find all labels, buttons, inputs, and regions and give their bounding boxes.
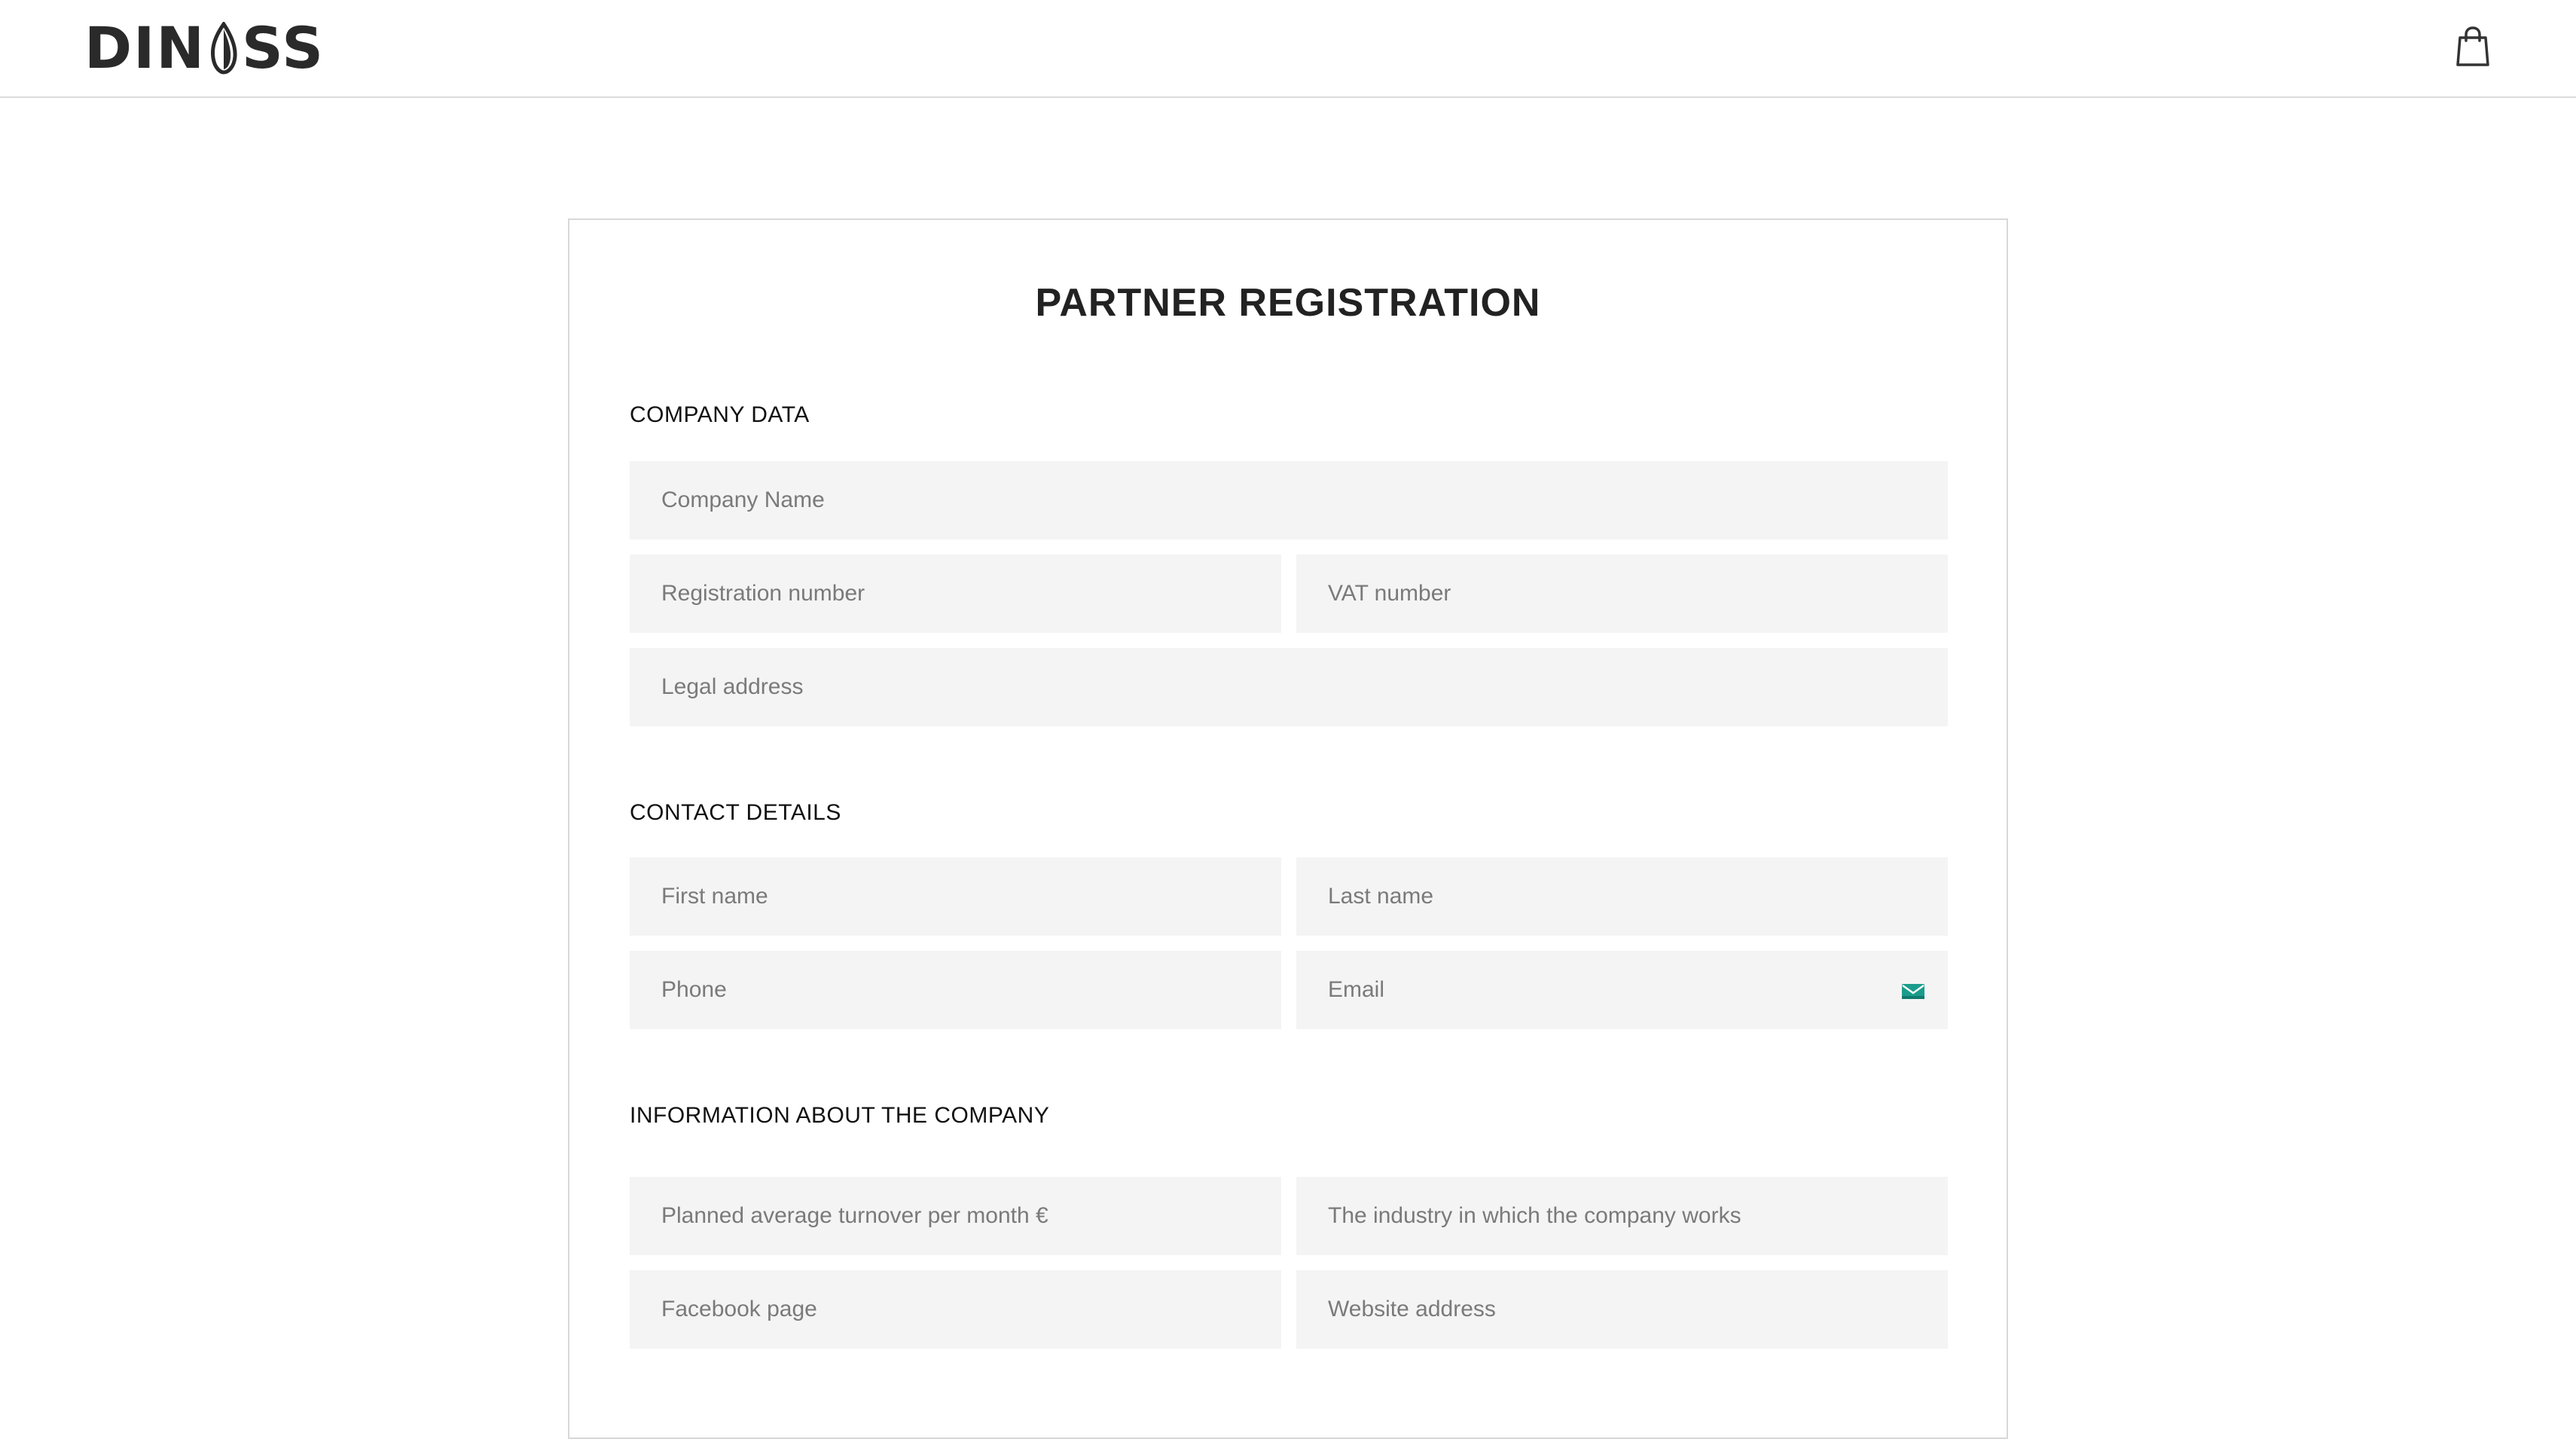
website-address-input[interactable] xyxy=(1296,1270,1948,1349)
company-name-input[interactable] xyxy=(630,461,1948,539)
phone-input[interactable] xyxy=(630,951,1281,1029)
facebook-page-input[interactable] xyxy=(630,1270,1281,1349)
email-input[interactable] xyxy=(1296,951,1948,1029)
shopping-bag-icon[interactable] xyxy=(2454,26,2492,68)
turnover-input[interactable] xyxy=(630,1177,1281,1255)
last-name-input[interactable] xyxy=(1296,857,1948,936)
page-title: PARTNER REGISTRATION xyxy=(1035,281,1541,325)
section-title-company-data: COMPANY DATA xyxy=(630,402,810,427)
legal-address-input[interactable] xyxy=(630,648,1948,726)
registration-card: PARTNER REGISTRATION COMPANY DATA CONTAC… xyxy=(568,218,2008,1439)
section-title-contact-details: CONTACT DETAILS xyxy=(630,800,841,825)
logo-text-right: SS xyxy=(241,14,325,81)
registration-number-input[interactable] xyxy=(630,555,1281,633)
site-logo[interactable]: DIN SS xyxy=(84,18,325,78)
vat-number-input[interactable] xyxy=(1296,555,1948,633)
envelope-icon xyxy=(1902,984,1924,999)
industry-input[interactable] xyxy=(1296,1177,1948,1255)
logo-text-left: DIN xyxy=(84,14,206,81)
section-title-company-info: INFORMATION ABOUT THE COMPANY xyxy=(630,1103,1050,1128)
first-name-input[interactable] xyxy=(630,857,1281,936)
logo-drop-icon xyxy=(211,22,237,75)
site-header: DIN SS xyxy=(0,0,2576,98)
